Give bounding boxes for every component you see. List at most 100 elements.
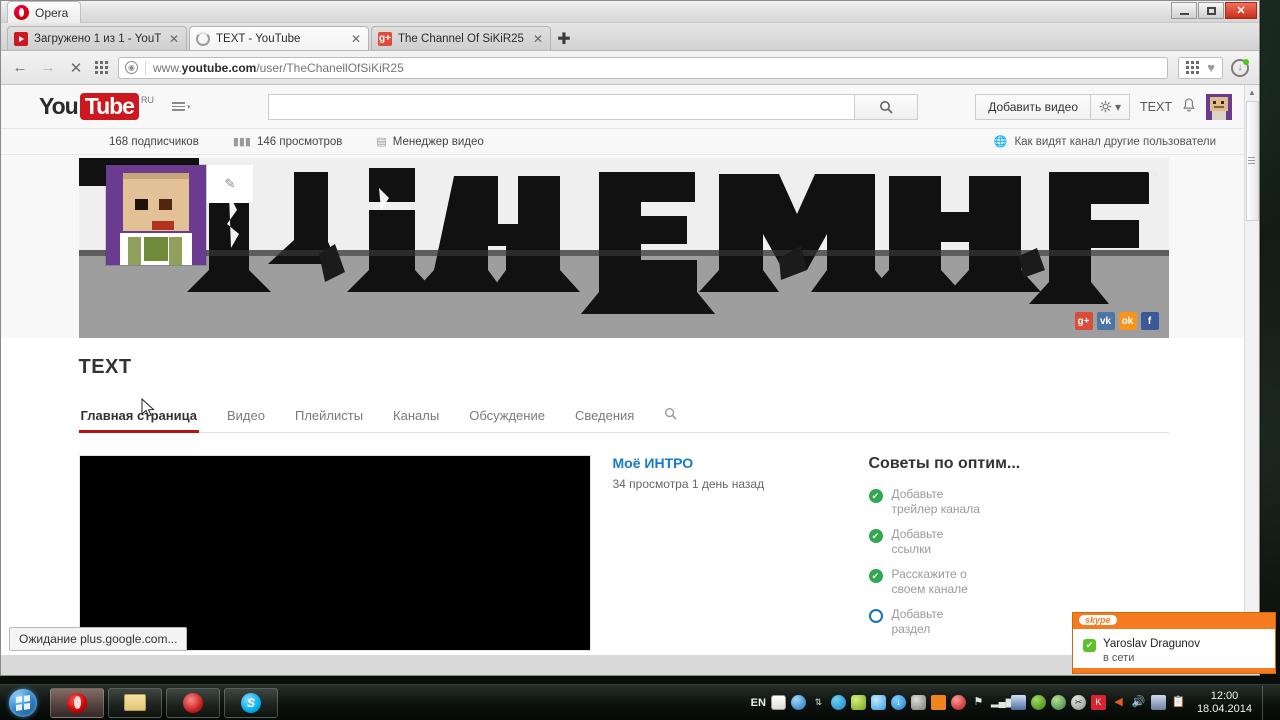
tab-playlists[interactable]: Плейлисты — [293, 402, 365, 432]
speed-dial-icon[interactable] — [95, 61, 108, 74]
maximize-button[interactable] — [1198, 2, 1224, 19]
search-button[interactable] — [854, 93, 919, 120]
clock[interactable]: 12:00 18.04.2014 — [1191, 690, 1252, 716]
apps-grid-icon[interactable] — [1186, 61, 1200, 74]
tab-channels[interactable]: Каналы — [391, 402, 441, 432]
explorer-taskbar-button[interactable] — [108, 687, 162, 718]
channel-avatar[interactable] — [106, 165, 206, 265]
updates-icon[interactable]: ⇅ — [811, 695, 826, 710]
safe-icon[interactable] — [1150, 695, 1166, 710]
video-title-link[interactable]: Моё ИНТРО — [613, 455, 765, 471]
tab-about[interactable]: Сведения — [573, 402, 636, 432]
antivirus-icon[interactable] — [950, 695, 966, 710]
download-manager-icon[interactable]: ↓ — [890, 695, 906, 710]
nvidia-icon[interactable] — [1030, 695, 1046, 710]
page-info-icon[interactable]: ◉ — [125, 61, 138, 74]
speaker-mute-icon[interactable]: ◀ — [1111, 695, 1126, 710]
navigation-toolbar: ← → ✕ ◉ www.youtube.com/user/TheChanellO… — [1, 51, 1259, 85]
skype-contact-block: Yaroslav Dragunov в сети — [1103, 638, 1200, 664]
search-icon — [880, 100, 894, 114]
network-icon[interactable]: ▂▄▆ — [991, 695, 1013, 710]
guide-menu-button[interactable]: ▾ — [171, 102, 190, 111]
start-button[interactable] — [0, 686, 46, 720]
opera-taskbar-button[interactable] — [50, 687, 104, 718]
skype-notification[interactable]: skype ✔ Yaroslav Dragunov в сети — [1072, 612, 1276, 674]
odnoklassniki-icon[interactable]: ok — [1118, 312, 1137, 330]
tab-close-icon[interactable]: ✕ — [532, 32, 544, 46]
masthead-right: Добавить видео ▾ TEXT — [975, 93, 1232, 120]
paint-icon[interactable] — [850, 695, 866, 710]
tab-close-icon[interactable]: ✕ — [350, 32, 362, 46]
flag-icon[interactable]: ⚑ — [971, 695, 986, 710]
bookmark-heart-icon[interactable]: ♥ — [1207, 60, 1215, 75]
tip-item[interactable]: ✔ Добавьте трейлер канала — [868, 487, 1104, 517]
scroll-up-arrow[interactable]: ▲ — [1245, 85, 1259, 100]
avatar[interactable] — [1206, 93, 1232, 120]
skype-taskbar-button[interactable]: S — [224, 687, 278, 718]
youtube-logo[interactable]: You Tube RU — [39, 93, 154, 120]
show-desktop-button[interactable] — [1262, 685, 1272, 720]
settings-button[interactable]: ▾ — [1091, 93, 1131, 120]
view-as-others-link[interactable]: 🌐 Как видят канал другие пользователи — [994, 135, 1246, 149]
logo-country-code: RU — [140, 95, 154, 105]
download-icon[interactable]: ↓ — [1231, 58, 1249, 77]
window-controls: ✕ — [1171, 2, 1257, 19]
avatar-eye-right — [1221, 100, 1224, 104]
page-scrollbar[interactable]: ▲ — [1244, 85, 1259, 655]
browser-tab-3[interactable]: g+ The Channel Of SiKiR25 – ✕ — [371, 26, 551, 50]
pdf-icon[interactable] — [770, 695, 786, 710]
notifications-icon[interactable] — [1182, 97, 1196, 116]
skype-contact-row[interactable]: ✔ Yaroslav Dragunov в сети — [1073, 629, 1275, 664]
browser-icon[interactable] — [1050, 695, 1066, 710]
vk-icon[interactable]: vk — [1096, 312, 1115, 330]
check-icon: ✔ — [868, 529, 883, 543]
language-indicator[interactable]: EN — [751, 697, 766, 709]
upload-video-button[interactable]: Добавить видео — [975, 93, 1092, 120]
video-thumbnail[interactable] — [78, 455, 591, 651]
kaspersky-icon[interactable]: K — [1090, 695, 1106, 710]
browser-tab-1[interactable]: Загружено 1 из 1 - YouT ✕ — [7, 26, 187, 50]
steam-icon[interactable] — [910, 695, 926, 710]
close-button[interactable]: ✕ — [1225, 2, 1257, 19]
video-manager-link[interactable]: ▤ Менеджер видео — [376, 135, 517, 149]
volume-icon[interactable]: 🔊 — [1131, 695, 1146, 710]
clock-time: 12:00 — [1210, 689, 1239, 702]
snip-icon[interactable]: ✂ — [1070, 695, 1086, 710]
onedrive-icon[interactable] — [870, 695, 886, 710]
utorrent-icon[interactable] — [930, 695, 946, 710]
back-button[interactable]: ← — [11, 59, 29, 76]
screen: Opera ✕ Загружено 1 из 1 - YouT ✕ TEXT -… — [0, 0, 1280, 720]
download-badge — [1243, 58, 1249, 65]
tab-discussion[interactable]: Обсуждение — [467, 402, 547, 432]
channel-search-icon[interactable] — [662, 401, 679, 432]
browser-tab-2[interactable]: TEXT - YouTube ✕ — [189, 26, 369, 50]
facebook-icon[interactable]: f — [1140, 312, 1159, 330]
avatar-edit-pencil-icon[interactable]: ✎ — [207, 165, 253, 203]
help-icon[interactable] — [790, 695, 806, 710]
address-bar[interactable]: ◉ www.youtube.com/user/TheChanellOfSiKiR… — [118, 56, 1169, 79]
tip-item[interactable]: ✔ Расскажите о своем канале — [868, 567, 1104, 597]
monitor-icon[interactable] — [1010, 695, 1026, 710]
status-bar-text: Ожидание plus.google.com... — [9, 627, 188, 651]
account-name[interactable]: TEXT — [1140, 100, 1172, 114]
forward-button[interactable]: → — [39, 59, 57, 76]
start-orb-icon — [9, 688, 37, 717]
channel-tabs: Главная страница Видео Плейлисты Каналы … — [78, 401, 1169, 433]
tips-more-label[interactable]: Пр — [869, 653, 1104, 655]
tab-close-icon[interactable]: ✕ — [168, 32, 180, 46]
video-meta: Моё ИНТРО 34 просмотра 1 день назад — [613, 455, 765, 655]
bluetooth-icon[interactable] — [830, 695, 846, 710]
tip-item[interactable]: Добавьте раздел — [868, 607, 1104, 637]
skype-contact-status: в сети — [1103, 652, 1135, 664]
new-tab-button[interactable]: ✚ — [553, 28, 575, 50]
media-taskbar-button[interactable] — [166, 687, 220, 718]
search-input[interactable] — [268, 93, 855, 120]
opera-menu-button[interactable]: Opera — [7, 1, 82, 23]
tab-videos[interactable]: Видео — [225, 402, 267, 432]
google-plus-icon[interactable]: g+ — [1074, 312, 1093, 330]
tip-item[interactable]: ✔ Добавьте ссылки — [868, 527, 1104, 557]
minimize-button[interactable] — [1171, 2, 1197, 19]
stop-button[interactable]: ✕ — [67, 59, 85, 77]
tab-home[interactable]: Главная страница — [78, 402, 200, 433]
clipboard-icon[interactable]: 📋 — [1171, 695, 1186, 710]
